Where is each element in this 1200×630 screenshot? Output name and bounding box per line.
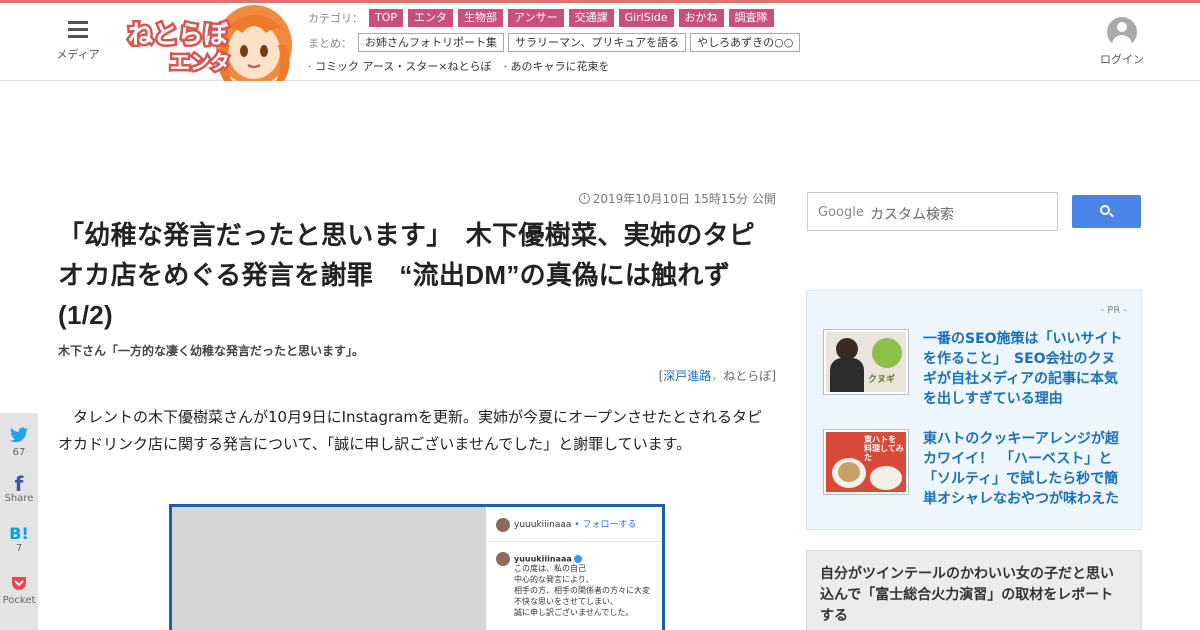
instagram-follow-link: • フォローする: [574, 520, 637, 530]
facebook-share-label: Share: [4, 493, 34, 504]
site-search-input[interactable]: Google カスタム検索: [807, 192, 1058, 231]
feature-nav: · コミック アース・スター×ねとらぼ · あのキャラに花束を: [308, 58, 622, 74]
hatena-bookmark-count: 7: [15, 543, 23, 554]
hatena-bookmark-button[interactable]: B! 7: [0, 525, 38, 555]
summary-tag[interactable]: やしろあずきの○○: [690, 33, 801, 52]
author-link[interactable]: 深戸進路: [663, 369, 711, 383]
twitter-share-button[interactable]: 67: [0, 427, 38, 459]
instagram-avatar: [496, 552, 510, 566]
category-label: カテゴリ：: [308, 12, 363, 25]
summary-nav: まとめ： お姉さんフォトリポート集 サラリーマン、プリキュアを語る やしろあずき…: [308, 33, 804, 52]
twitter-icon: [0, 427, 38, 447]
article-headline: 「幼稚な発言だったと思います」 木下優樹菜、実姉のタピオカ店をめぐる発言を謝罪 …: [58, 220, 756, 330]
instagram-divider: [488, 541, 662, 542]
publish-date-text: 2019年10月10日 15時15分 公開: [592, 192, 776, 206]
article: 2019年10月10日 15時15分 公開 「幼稚な発言だったと思います」 木下…: [58, 190, 778, 630]
category-tag-okane[interactable]: おかね: [678, 9, 724, 27]
login-button[interactable]: ログイン: [1098, 17, 1146, 67]
article-subhead: 木下さん「一方的な凄く幼稚な発言だったと思います」。: [58, 344, 365, 358]
search-button[interactable]: [1072, 195, 1141, 228]
media-menu-button[interactable]: メディア: [52, 19, 104, 62]
category-tag-girlside[interactable]: GirlSide: [618, 9, 674, 27]
instagram-screenshot-figure[interactable]: yuuukiiinaaa • フォローする yuuukiiinaaa この度は、…: [169, 504, 665, 630]
site-logo[interactable]: ねとらぼ エンタ: [126, 5, 302, 81]
login-label: ログイン: [1100, 53, 1144, 66]
clock-icon: [578, 193, 590, 204]
pr-box: - PR - クヌギ 一番のSEO施策は「いいサイトを作ること」 SEO会社のク…: [806, 290, 1142, 530]
instagram-avatar: [496, 517, 510, 532]
hatena-bookmark-icon: B!: [9, 525, 29, 543]
sidebar-article-card[interactable]: 自分がツインテールのかわいい女の子だと思い込んで「富士総合火力演習」の取材をレポ…: [806, 550, 1142, 630]
facebook-share-button[interactable]: f Share: [0, 475, 38, 505]
twitter-share-count: 67: [12, 447, 26, 458]
search-placeholder: カスタム検索: [870, 207, 954, 223]
media-menu-label: メディア: [56, 48, 100, 61]
instagram-panel: yuuukiiinaaa • フォローする yuuukiiinaaa この度は、…: [488, 507, 662, 630]
pr-item-title: 東ハトのクッキーアレンジが超カワイイ！ 「ハーベスト」と「ソルティ」で試したら秒…: [923, 431, 1119, 507]
instagram-username: yuuukiiinaaa: [514, 520, 572, 530]
pr-thumbnail: 東ハトを料理してみた: [823, 429, 909, 495]
figure-photo: [172, 507, 486, 630]
byline-separator: ，: [711, 369, 724, 383]
verified-badge-icon: [574, 554, 583, 563]
feature-link[interactable]: · コミック アース・スター×ねとらぼ: [308, 58, 492, 74]
category-tag-chousatai[interactable]: 調査隊: [728, 9, 774, 27]
byline-bracket-close: ]: [771, 369, 776, 383]
pr-thumbnail: クヌギ: [823, 329, 909, 395]
summary-tag[interactable]: お姉さんフォトリポート集: [358, 33, 504, 52]
pr-thumb-caption: クヌギ: [868, 375, 896, 385]
instagram-header: yuuukiiinaaa • フォローする: [496, 517, 636, 532]
category-tag-top[interactable]: TOP: [369, 9, 404, 27]
hamburger-icon: [68, 19, 88, 38]
google-logo: Google: [818, 205, 864, 220]
category-tag-enta[interactable]: エンタ: [408, 9, 454, 27]
summary-label: まとめ：: [308, 36, 352, 50]
publish-date: 2019年10月10日 15時15分 公開: [58, 190, 776, 208]
share-sidebar: 67 f Share B! 7 Pocket: [0, 413, 38, 630]
category-tag-koutsuka[interactable]: 交通課: [568, 9, 614, 27]
summary-tag[interactable]: サラリーマン、プリキュアを語る: [508, 33, 687, 52]
publisher-name: ねとらぼ: [723, 369, 772, 383]
logo-text-main: ねとらぼ: [128, 20, 229, 49]
site-header: メディア ねとらぼ エンタ カテゴリ： TOP エンタ 生物部 アンサー 交通課…: [0, 3, 1200, 81]
feature-link[interactable]: · あのキャラに花束を: [504, 58, 610, 74]
pr-thumb-caption: 東ハトを料理してみた: [864, 435, 904, 462]
instagram-post-text: この度は、私の自己 中心的な発言により、 相手の方、相手の関係者の方々に大変 不…: [514, 564, 650, 617]
logo-text-sub: エンタ: [170, 50, 230, 74]
pocket-icon: [0, 575, 38, 595]
byline: [深戸進路，ねとらぼ]: [58, 367, 776, 384]
category-tag-answer[interactable]: アンサー: [508, 9, 564, 27]
article-body-paragraph: タレントの木下優樹菜さんが10月9日にInstagramを更新。実姉が今夏にオー…: [58, 408, 763, 453]
pr-item-title: 一番のSEO施策は「いいサイトを作ること」 SEO会社のクヌギが自社メディアの記…: [923, 331, 1123, 407]
pocket-label: Pocket: [2, 595, 36, 606]
instagram-post: yuuukiiinaaa この度は、私の自己 中心的な発言により、 相手の方、相…: [496, 552, 656, 630]
category-tag-seibutsubu[interactable]: 生物部: [458, 9, 504, 27]
user-icon: [1107, 17, 1137, 47]
category-nav: カテゴリ： TOP エンタ 生物部 アンサー 交通課 GirlSide おかね …: [308, 9, 779, 27]
facebook-icon: f: [14, 475, 24, 496]
pocket-save-button[interactable]: Pocket: [0, 575, 38, 607]
sidebar-article-title: 自分がツインテールのかわいい女の子だと思い込んで「富士総合火力演習」の取材をレポ…: [820, 566, 1114, 624]
pr-label: - PR -: [1100, 305, 1127, 316]
